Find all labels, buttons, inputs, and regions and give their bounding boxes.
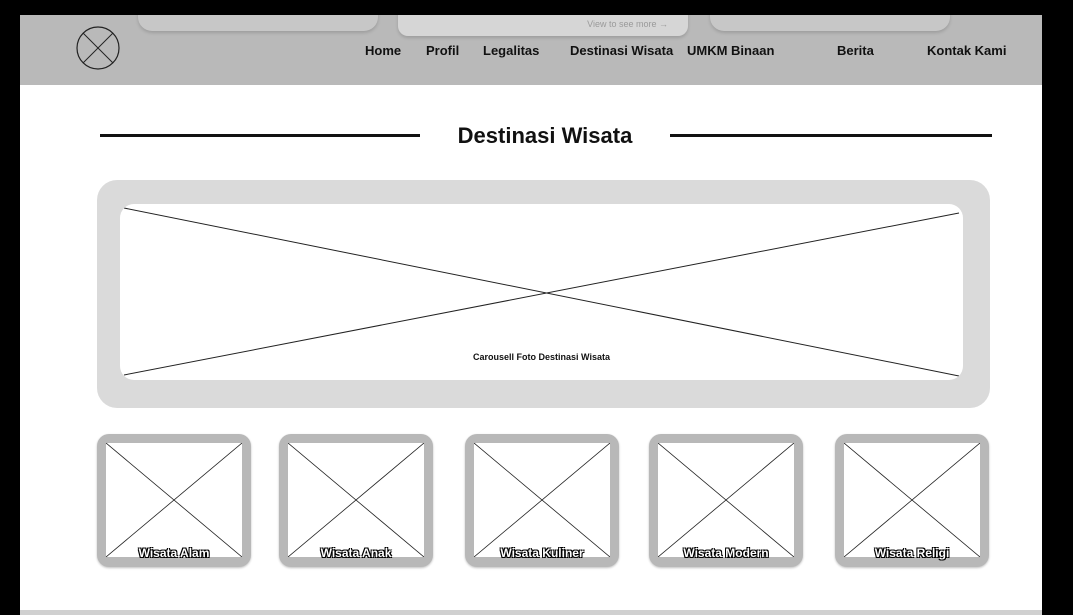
footer-edge [20,610,1042,615]
nav-berita[interactable]: Berita [837,43,874,58]
carousel-caption: Carousell Foto Destinasi Wisata [473,352,610,362]
category-card-kuliner[interactable]: Wisata Kuliner [465,434,619,567]
category-card-modern[interactable]: Wisata Modern [649,434,803,567]
ghost-tab-middle[interactable]: View to see more → [398,15,688,36]
nav-destinasi-wisata[interactable]: Destinasi Wisata [570,43,673,58]
nav-umkm-binaan[interactable]: UMKM Binaan [687,43,774,58]
card-label: Wisata Kuliner [500,546,584,560]
card-image-placeholder-icon [658,443,794,557]
page-title: Destinasi Wisata [457,123,633,148]
category-card-alam[interactable]: Wisata Alam [97,434,251,567]
logo-placeholder-icon[interactable] [75,25,121,71]
title-divider-left [100,134,420,137]
ghost-tab-left [138,15,378,31]
category-card-religi[interactable]: Wisata Religi [835,434,989,567]
nav-home[interactable]: Home [365,43,401,58]
title-divider-right [670,134,992,137]
card-label: Wisata Modern [683,546,769,560]
card-image-placeholder-icon [106,443,242,557]
view-more-hint: View to see more → [587,19,668,29]
card-label: Wisata Anak [320,546,392,560]
card-image-placeholder-icon [474,443,610,557]
card-image-placeholder-icon [288,443,424,557]
category-card-anak[interactable]: Wisata Anak [279,434,433,567]
carousel[interactable]: Carousell Foto Destinasi Wisata [120,204,963,380]
card-image-placeholder-icon [844,443,980,557]
header: View to see more → Home Profil Legalitas… [20,15,1042,85]
nav-kontak-kami[interactable]: Kontak Kami [927,43,1006,58]
card-label: Wisata Alam [138,546,210,560]
page: View to see more → Home Profil Legalitas… [20,15,1042,615]
nav-legalitas[interactable]: Legalitas [483,43,539,58]
ghost-tab-right [710,15,950,31]
card-label: Wisata Religi [874,546,950,560]
section-title-row: Destinasi Wisata [20,123,1042,153]
nav-profil[interactable]: Profil [426,43,459,58]
